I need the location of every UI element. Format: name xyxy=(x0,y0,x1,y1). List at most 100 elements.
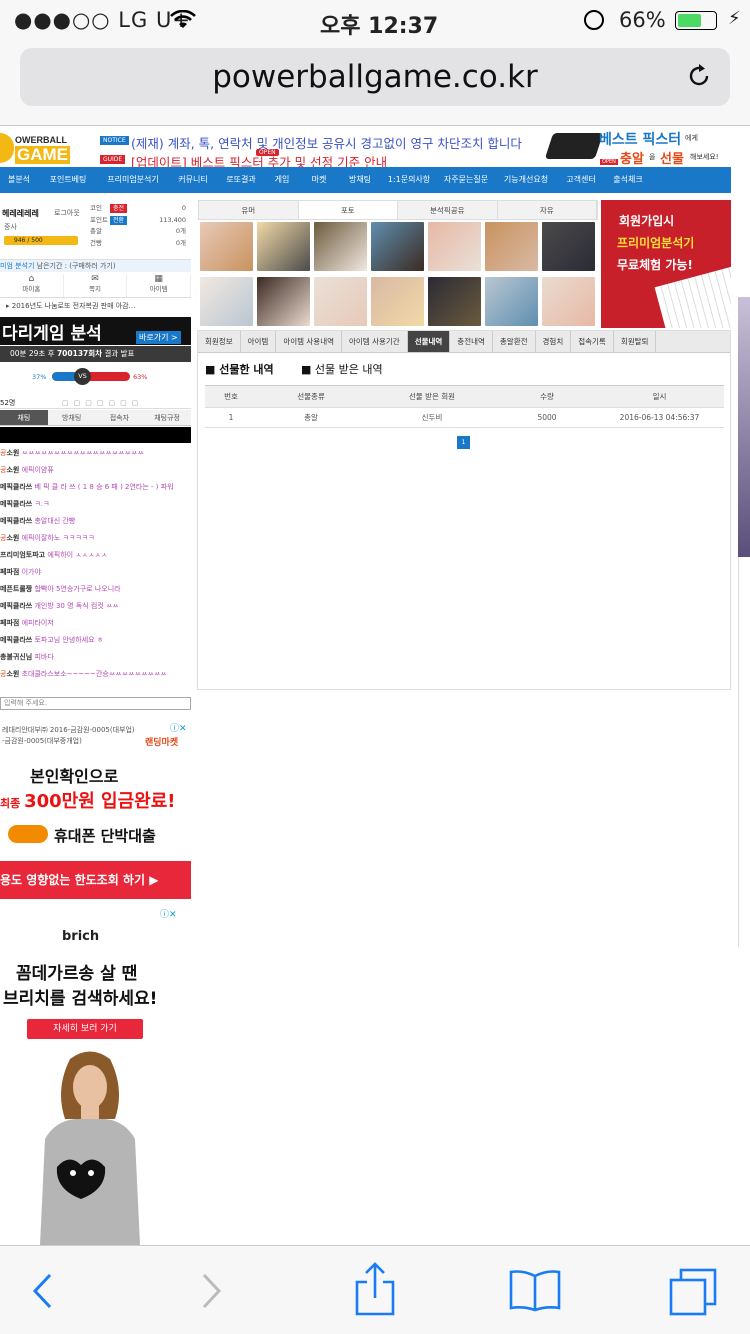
chat-tab-2[interactable]: 접속자 xyxy=(96,410,144,425)
chat-nickname[interactable]: 메픽클라쓰 xyxy=(0,517,32,525)
nav-item-2[interactable]: 프리미엄분석기 xyxy=(98,167,168,193)
subtab-7[interactable]: 경험치 xyxy=(536,331,572,352)
pagination-page-1[interactable]: 1 xyxy=(457,436,470,449)
bookmarks-icon[interactable] xyxy=(509,1268,561,1316)
nav-item-4[interactable]: 로또결과 xyxy=(218,167,264,193)
chat-nickname[interactable]: 소원 xyxy=(6,449,19,457)
photo-thumbnail[interactable] xyxy=(200,276,253,326)
site-logo[interactable]: OWERBALL GAME xyxy=(0,131,80,167)
nav-item-10[interactable]: 기능개선요청 xyxy=(496,167,556,193)
nav-item-6[interactable]: 마켓 xyxy=(300,167,338,193)
nav-item-5[interactable]: 게임 xyxy=(264,167,300,193)
chat-nickname[interactable]: 소원 xyxy=(6,534,19,542)
chat-line: 페파점 이가야 xyxy=(0,564,191,581)
promo-banner[interactable]: 베스트 픽스터 에게 충알 을 선물 해보세요! OPEN xyxy=(539,127,729,167)
photo-thumbnail[interactable] xyxy=(257,222,310,271)
tabs-icon[interactable] xyxy=(667,1266,719,1322)
subtab-5[interactable]: 충전내역 xyxy=(450,331,493,352)
nav-item-7[interactable]: 방채팅 xyxy=(338,167,382,193)
chat-nickname[interactable]: 소원 xyxy=(6,670,19,678)
user-stat-value: 0개 xyxy=(175,238,186,247)
photo-thumbnail[interactable] xyxy=(371,276,424,326)
subtab-2[interactable]: 아이템 사용내역 xyxy=(276,331,342,352)
reload-icon[interactable] xyxy=(685,62,713,90)
subtab-6[interactable]: 총알환전 xyxy=(493,331,536,352)
forward-icon[interactable] xyxy=(198,1271,224,1315)
chat-nickname[interactable]: 메픽클라쓰 xyxy=(0,500,32,508)
user-stat-button[interactable]: 충전 xyxy=(110,204,128,213)
nav-item-0[interactable]: 볼분석 xyxy=(0,167,38,193)
charging-icon: ⚡ xyxy=(728,8,741,29)
address-bar[interactable]: powerballgame.co.kr xyxy=(20,48,730,106)
exp-text: 946 / 500 xyxy=(4,236,78,245)
subtab-4[interactable]: 선물내역 xyxy=(407,331,451,352)
chat-nickname[interactable]: 페파점 xyxy=(0,568,19,576)
user-menu-1[interactable]: ✉ 쪽지 xyxy=(64,274,128,297)
nav-item-11[interactable]: 고객센터 xyxy=(556,167,606,193)
news-ticker[interactable]: ▸ 2016년도 나눔로또 전자복권 판매 아감... xyxy=(6,301,135,311)
user-stat-row: 포인트 전환 113,400 xyxy=(90,215,188,227)
photo-thumbnail[interactable] xyxy=(542,276,595,326)
loan-ad[interactable]: 레대리안대부㈜ 2016-금감원-0005(대부업) -금감원-0005(대부중… xyxy=(0,721,191,901)
nav-item-3[interactable]: 커뮤니티 xyxy=(168,167,218,193)
chat-nickname[interactable]: 프리미엄토파고 xyxy=(0,551,45,559)
photo-thumbnail[interactable] xyxy=(314,222,367,271)
chat-nickname[interactable]: 메픽클라쓰 xyxy=(0,636,32,644)
brich-ad[interactable]: ⓘ✕ brich 꼼데가르송 살 땐 브리치를 검색하세요! 자세히 보러 가기 xyxy=(0,907,178,1245)
photo-thumbnail[interactable] xyxy=(428,222,481,271)
board-tab-1[interactable]: 포토 xyxy=(298,201,398,219)
photo-thumbnail[interactable] xyxy=(485,276,538,326)
nav-item-12[interactable]: 출석체크 xyxy=(606,167,650,193)
url-text: powerballgame.co.kr xyxy=(212,59,538,95)
chat-nickname[interactable]: 페파점 xyxy=(0,619,19,627)
photo-thumbnail[interactable] xyxy=(257,276,310,326)
nav-item-9[interactable]: 자주묻는질문 xyxy=(436,167,496,193)
chat-input[interactable]: 입력해 주세요. xyxy=(0,697,191,710)
chat-tab-1[interactable]: 방채팅 xyxy=(48,410,96,425)
back-icon[interactable] xyxy=(30,1271,56,1315)
photo-thumbnail[interactable] xyxy=(200,222,253,271)
user-menu-0[interactable]: ⌂ 마이홈 xyxy=(0,274,64,297)
user-stat-button[interactable]: 전환 xyxy=(110,215,128,225)
photo-thumbnail[interactable] xyxy=(542,222,595,271)
received-gift-title[interactable]: ■ 선물 받은 내역 xyxy=(301,361,383,377)
chat-nickname[interactable]: 총불귀신님 xyxy=(0,653,32,661)
nav-item-8[interactable]: 1:1문의사항 xyxy=(382,167,436,193)
chat-nickname[interactable]: 소원 xyxy=(6,466,19,474)
notice-text[interactable]: (제재) 계좌, 톡, 연락처 및 개인정보 공유시 경고없이 영구 차단조치 … xyxy=(131,133,539,152)
chat-message: 초대클라스보소~~~~~간승ㅆㅆㅆㅆㅆㅆㅆㅆㅆ xyxy=(21,670,167,678)
subtab-1[interactable]: 아이템 xyxy=(241,331,277,352)
nav-item-1[interactable]: 포인트베팅 xyxy=(38,167,98,193)
photo-thumbnail[interactable] xyxy=(428,276,481,326)
chat-line: 메픽클라쓰 개인방 30 명 독식 컴컷 ㅆㅆ xyxy=(0,598,191,615)
user-rank: 중사 xyxy=(4,223,17,231)
chat-nickname[interactable]: 메픈트롤짱 xyxy=(0,585,32,593)
ad2-cta-button[interactable]: 자세히 보러 가기 xyxy=(27,1019,143,1039)
subtab-3[interactable]: 아이템 사용기간 xyxy=(342,331,408,352)
board-tab-0[interactable]: 유머 xyxy=(199,201,299,219)
subtab-0[interactable]: 회원정보 xyxy=(198,331,241,352)
premium-row[interactable]: 미엄 분석기 남은기간 : (구매하러 가기) xyxy=(0,260,191,272)
ad2-brand: brich xyxy=(62,929,100,944)
signup-banner[interactable]: 회원가입시 프리미엄분석기 무료체험 가능! xyxy=(601,200,731,328)
logout-link[interactable]: 로그아웃 xyxy=(54,208,80,218)
photo-thumbnail[interactable] xyxy=(314,276,367,326)
subtab-8[interactable]: 접속기록 xyxy=(571,331,614,352)
board-tab-3[interactable]: 자유 xyxy=(498,201,597,219)
chat-tab-3[interactable]: 채팅규정 xyxy=(143,410,191,425)
photo-thumbnail[interactable] xyxy=(371,222,424,271)
ad2-info-icon[interactable]: ⓘ✕ xyxy=(160,907,177,920)
chat-nickname[interactable]: 메픽클라쓰 xyxy=(0,483,32,491)
chat-nickname[interactable]: 메픽클라쓰 xyxy=(0,602,32,610)
ad1-cta[interactable]: 용도 영향없는 한도조회 하기 ▶ xyxy=(0,861,191,899)
sent-gift-title[interactable]: ■ 선물한 내역 xyxy=(205,361,274,377)
user-stat-label: 포인트 xyxy=(90,215,108,224)
chat-tab-0[interactable]: 채팅 xyxy=(0,410,48,425)
photo-thumbnail[interactable] xyxy=(485,222,538,271)
board-tab-2[interactable]: 분석픽공유 xyxy=(398,201,498,219)
subtab-9[interactable]: 회원탈퇴 xyxy=(614,331,657,352)
user-menu-2[interactable]: ▦ 아이템 xyxy=(127,274,192,297)
ladder-go-button[interactable]: 바로가기 > xyxy=(136,331,181,344)
share-icon[interactable] xyxy=(354,1262,396,1320)
ad-info-icon[interactable]: ⓘ✕ xyxy=(170,721,187,734)
